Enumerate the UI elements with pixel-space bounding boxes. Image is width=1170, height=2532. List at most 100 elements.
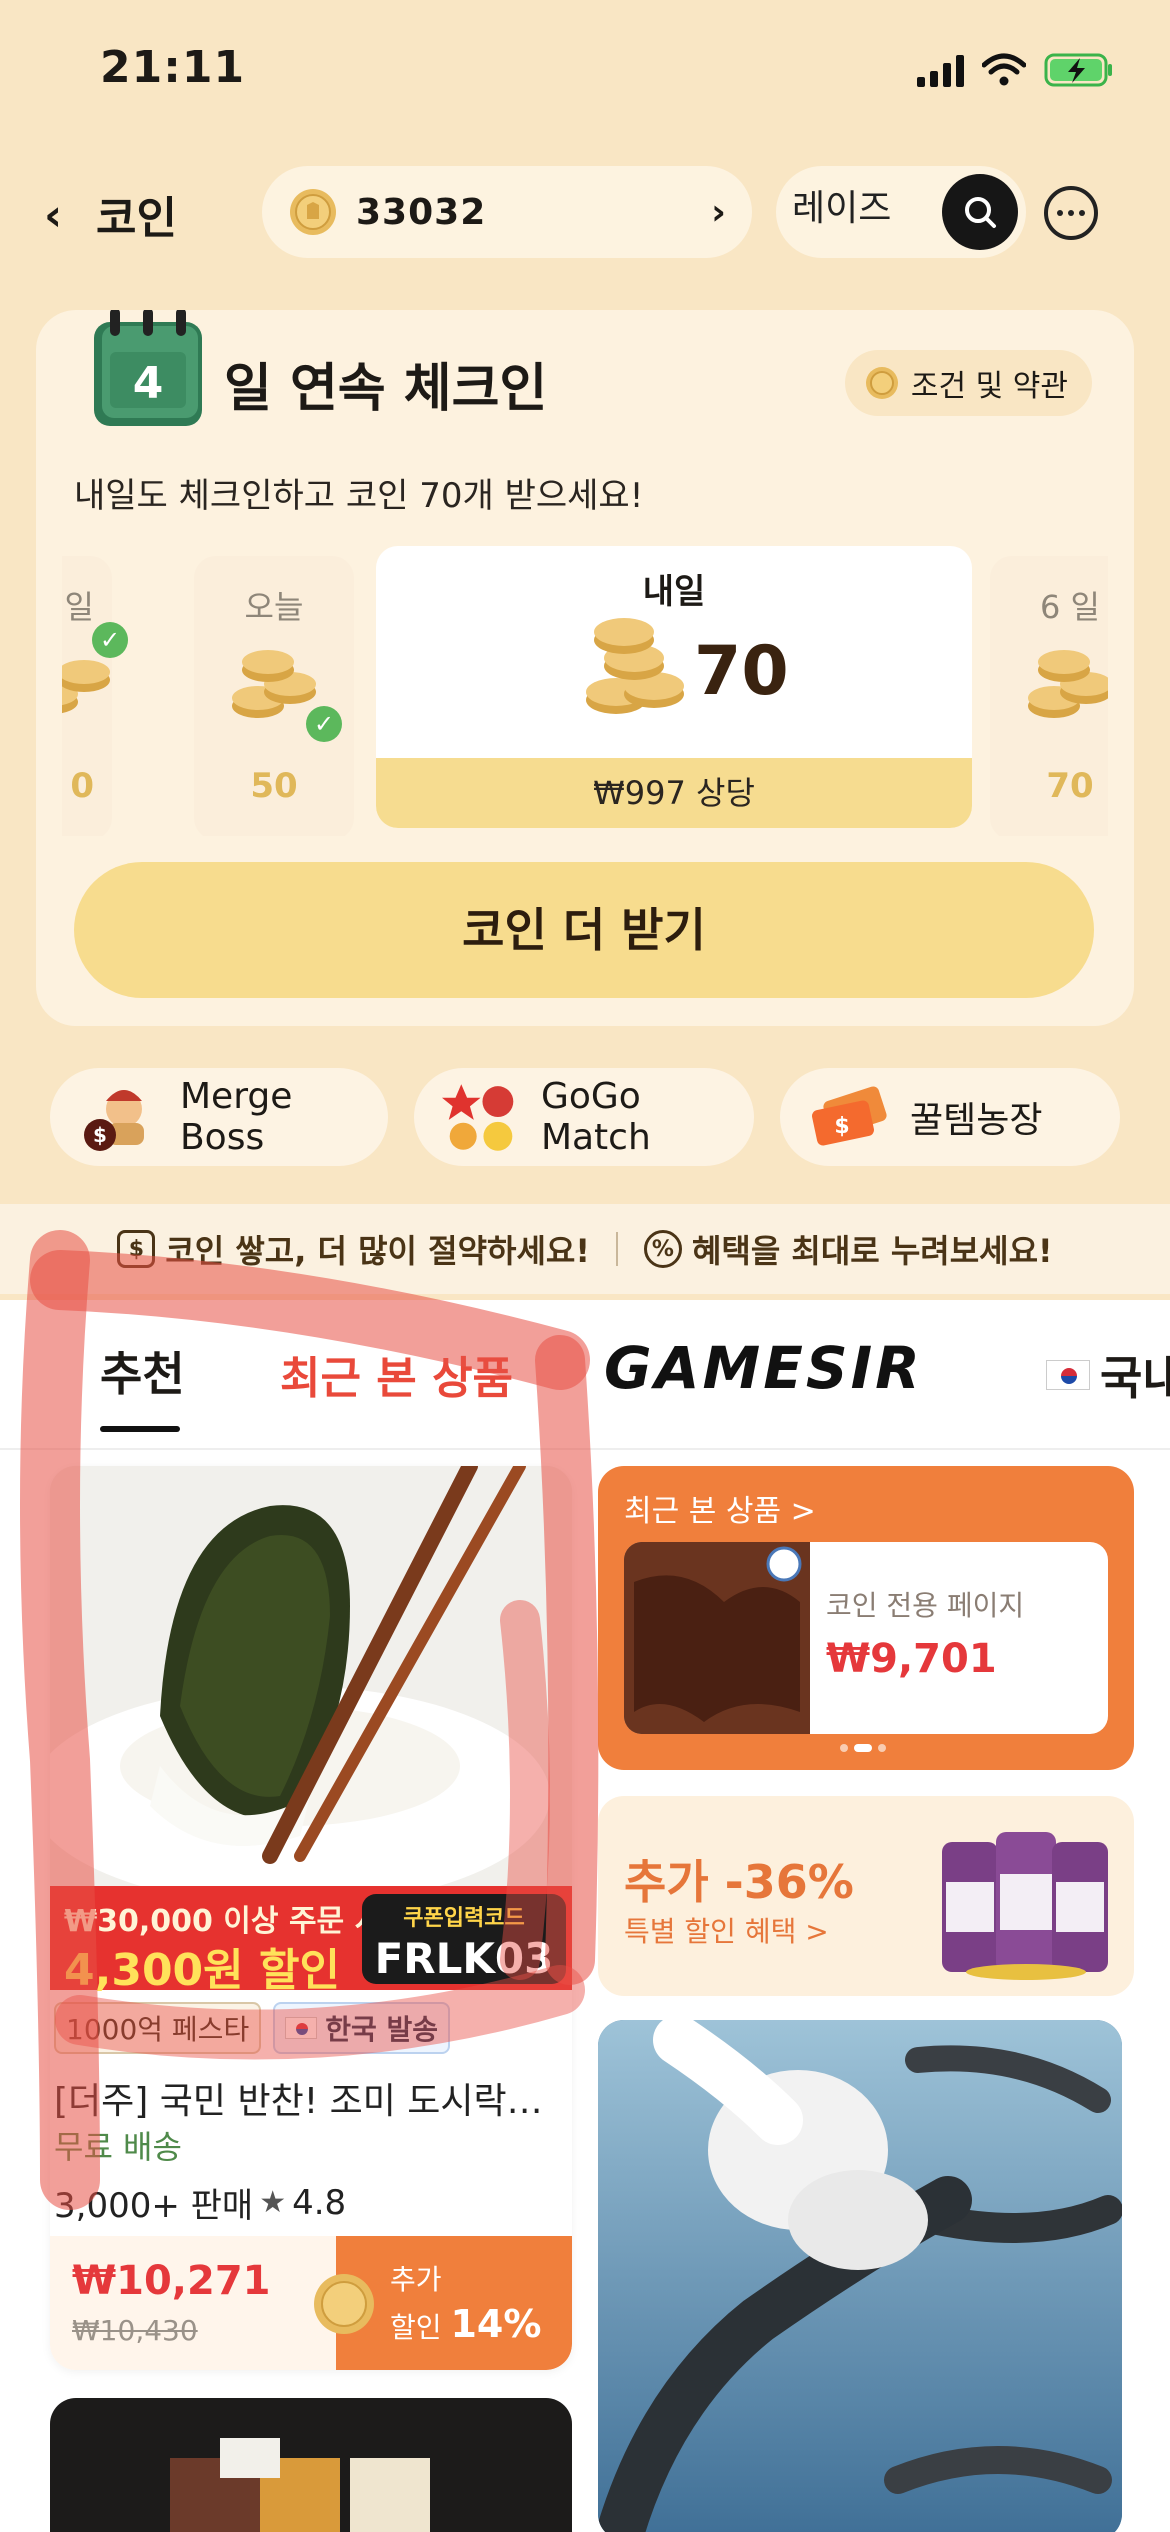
coin-icon: [290, 189, 336, 235]
rating: 4.8: [292, 2182, 347, 2223]
back-button[interactable]: ‹: [44, 190, 62, 241]
tomorrow-coin-value: 70: [694, 632, 789, 711]
recently-viewed-item[interactable]: 코인 전용 페이지 ₩9,701: [624, 1542, 1108, 1734]
benefit-left-text: 코인 쌓고, 더 많이 절약하세요!: [165, 1232, 590, 1270]
recently-viewed-card[interactable]: 최근 본 상품 > 코인 전용 페이지 ₩9,701: [598, 1466, 1134, 1770]
shipping-badge-label: 한국 발송: [325, 2013, 438, 2046]
original-price: ₩10,430: [72, 2314, 198, 2347]
recently-viewed-thumbnail: [624, 1542, 810, 1734]
percent-badge-icon: %: [643, 1230, 682, 1268]
checkin-day-6: 6 일 70: [990, 556, 1108, 836]
terms-button[interactable]: 조건 및 약관: [844, 350, 1092, 416]
page-title: 코인: [96, 193, 177, 244]
product-card[interactable]: ₩30,000 이상 주문 시 4,300원 할인 쿠폰입력코드 FRLK03 …: [50, 1466, 572, 2370]
seaweed-rice-illustration: [50, 1466, 572, 1886]
tab-recently-viewed[interactable]: 최근 본 상품: [280, 1342, 513, 1406]
checkin-card: 4 일 연속 체크인 조건 및 약관 내일도 체크인하고 코인 70개 받으세요…: [36, 310, 1134, 1026]
korea-shipping-badge: 한국 발송: [273, 2002, 450, 2054]
cellular-signal-icon: [917, 53, 964, 87]
extra-discount-card[interactable]: 추가 -36% 특별 할인 혜택 >: [598, 1796, 1134, 1996]
day-value: 70: [1046, 766, 1094, 806]
korea-flag-icon: [1046, 1360, 1090, 1390]
tomorrow-worth: ₩997 상당: [376, 758, 972, 828]
more-options-button[interactable]: [1044, 186, 1098, 240]
get-more-coins-button[interactable]: 코인 더 받기: [74, 862, 1094, 998]
checkin-day-previous: 일 ✓ 0: [62, 556, 128, 836]
tab-korea[interactable]: 국내: [1046, 1342, 1170, 1408]
coin-page-top: 21:11 ‹ 코인 33032 › 레이즈 4 일 연속 체크인 조건 및 약…: [0, 0, 1170, 1300]
checkin-day-strip[interactable]: 일 ✓ 0 오늘 ✓ 50 내일 70 ₩997 상당 6 일 70: [62, 546, 1108, 836]
recently-viewed-name: 코인 전용 페이지: [826, 1589, 1025, 1622]
product-sales: 3,000+ 판매 ★ 4.8: [54, 2178, 346, 2227]
streak-number: 4: [133, 358, 164, 409]
day-label: 일: [64, 588, 94, 626]
product-image: [50, 1466, 572, 1886]
checkin-title: 일 연속 체크인: [224, 359, 548, 419]
day-label: 오늘: [244, 588, 304, 626]
honey-farm-icon: $: [812, 1086, 887, 1146]
honey-farm-button[interactable]: $ 꿀템농장: [780, 1068, 1120, 1166]
game-label: Merge Boss: [179, 1076, 293, 1158]
extra-discount-title: 추가 -36%: [624, 1855, 854, 1909]
carousel-dots: [840, 1744, 886, 1752]
search-keyword: 레이즈: [792, 188, 892, 229]
recently-viewed-header[interactable]: 최근 본 상품 >: [624, 1486, 816, 1530]
search-bar[interactable]: 레이즈: [776, 166, 1026, 258]
price-row: ₩10,271 ₩10,430 추가 할인 14%: [50, 2236, 572, 2370]
extra-discount-prefix: 할인: [390, 2311, 442, 2344]
product-card-next[interactable]: [50, 2398, 572, 2532]
free-shipping-label: 무료 배송: [54, 2128, 182, 2166]
sales-count: 3,000+ 판매: [54, 2186, 254, 2226]
calendar-icon: 4: [94, 310, 202, 426]
svg-text:$: $: [93, 1123, 107, 1147]
checkmark-icon: ✓: [92, 622, 128, 658]
search-icon: [965, 197, 996, 228]
extra-discount-value: 14%: [450, 2302, 542, 2346]
checkin-subtitle: 내일도 체크인하고 코인 70개 받으세요!: [74, 476, 644, 516]
product-tags: 1000억 페스타 한국 발송: [54, 2002, 450, 2054]
coin-jar-icon: $: [117, 1230, 156, 1268]
coin-icon: [314, 2274, 374, 2334]
coin-stack-icon: [1028, 650, 1108, 718]
coin-icon: [865, 367, 898, 399]
product-card-eel[interactable]: [598, 2020, 1122, 2532]
merge-boss-button[interactable]: $ Merge Boss: [50, 1068, 388, 1166]
day-label: 6 일: [1040, 588, 1100, 626]
checkmark-icon: ✓: [306, 706, 342, 742]
checkin-day-tomorrow: 내일 70 ₩997 상당: [376, 546, 972, 828]
benefit-right-text: 혜택을 최대로 누려보세요!: [691, 1232, 1053, 1270]
battery-charging-icon: [1044, 53, 1112, 87]
chevron-right-icon: ›: [711, 191, 726, 233]
day-label: 내일: [642, 572, 706, 612]
extra-discount-badge[interactable]: 추가 할인 14%: [314, 2236, 572, 2370]
wifi-icon: [982, 53, 1026, 86]
coupon-code-box: 쿠폰입력코드 FRLK03: [362, 1894, 566, 1984]
gogo-match-button[interactable]: GoGo Match: [414, 1068, 754, 1166]
tab-korea-label: 국내: [1100, 1351, 1170, 1405]
coin-balance-button[interactable]: 33032 ›: [262, 166, 752, 258]
game-label: GoGo Match: [540, 1076, 651, 1158]
game-label: 꿀템농장: [910, 1100, 1043, 1141]
supplement-bottles-image: [942, 1832, 1108, 1980]
current-price: ₩10,271: [72, 2258, 271, 2304]
active-tab-indicator: [100, 1426, 180, 1432]
svg-text:$: $: [834, 1114, 849, 1139]
benefit-banner: $ 코인 쌓고, 더 많이 절약하세요! % 혜택을 최대로 누려보세요!: [0, 1204, 1170, 1294]
search-button[interactable]: [942, 174, 1018, 250]
checkin-day-today: 오늘 ✓ 50: [194, 556, 354, 836]
promo-banner: ₩30,000 이상 주문 시 4,300원 할인 쿠폰입력코드 FRLK03: [50, 1886, 572, 1996]
coupon-label: 쿠폰입력코드: [403, 1906, 525, 1931]
tab-recommended[interactable]: 추천: [100, 1338, 185, 1404]
extra-discount-subtitle[interactable]: 특별 할인 혜택 >: [624, 1910, 829, 1950]
terms-label: 조건 및 약관: [910, 369, 1068, 404]
day-value: 50: [250, 766, 298, 806]
gogo-match-icon: [442, 1084, 514, 1151]
product-title[interactable]: [더주] 국민 반찬! 조미 도시락김 4…: [54, 2072, 570, 2124]
korea-flag-icon: [285, 2017, 318, 2039]
tab-gamesir-brand[interactable]: GAMESIR: [604, 1334, 923, 1402]
snack-package-illustration: [170, 2438, 430, 2532]
eel-photo: [598, 2020, 1122, 2532]
coupon-code: FRLK03: [374, 1934, 554, 1983]
category-tabs: 추천 최근 본 상품 GAMESIR 국내: [0, 1300, 1170, 1450]
recently-viewed-price: ₩9,701: [826, 1636, 997, 1682]
